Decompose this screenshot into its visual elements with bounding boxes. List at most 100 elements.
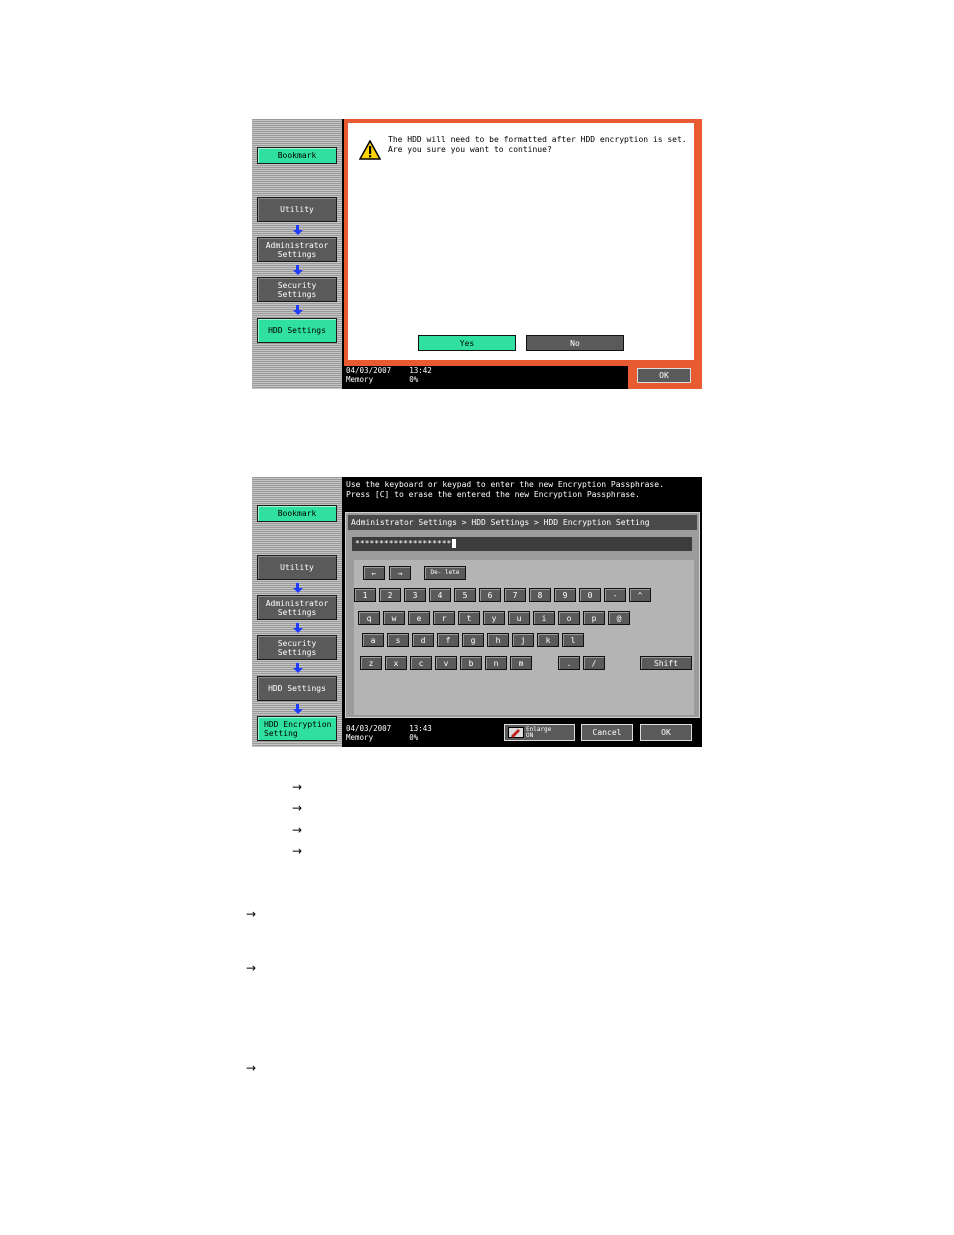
down-arrow-icon xyxy=(293,583,303,594)
no-button[interactable]: No xyxy=(526,335,624,351)
key-s[interactable]: s xyxy=(387,633,409,647)
enlarge-display-button[interactable]: Enlarge ON xyxy=(504,724,575,741)
key-caret[interactable]: ^ xyxy=(629,588,651,602)
key-l[interactable]: l xyxy=(562,633,584,647)
key-0[interactable]: 0 xyxy=(579,588,601,602)
passphrase-value: ******************** xyxy=(355,539,452,548)
key-1[interactable]: 1 xyxy=(354,588,376,602)
key-at[interactable]: @ xyxy=(608,611,630,625)
warning-icon xyxy=(359,140,381,160)
key-slash[interactable]: / xyxy=(583,656,605,670)
step-arrow-icon: → xyxy=(292,780,303,794)
down-arrow-icon xyxy=(293,663,303,674)
instruction-line-2: Press [C] to erase the entered the new E… xyxy=(346,489,640,499)
key-4[interactable]: 4 xyxy=(429,588,451,602)
down-arrow-icon xyxy=(293,265,303,276)
down-arrow-icon xyxy=(293,623,303,634)
text-cursor xyxy=(452,539,457,548)
key-n[interactable]: n xyxy=(485,656,507,670)
key-u[interactable]: u xyxy=(508,611,530,625)
sidebar: Bookmark Utility Administrator Settings … xyxy=(252,477,342,747)
key-2[interactable]: 2 xyxy=(379,588,401,602)
hdd-format-confirm-screen: Bookmark Utility Administrator Settings … xyxy=(252,119,702,389)
bookmark-button[interactable]: Bookmark xyxy=(257,505,337,522)
passphrase-input[interactable]: ******************** xyxy=(352,537,692,551)
status-memory-value: 0% xyxy=(409,375,419,384)
status-memory-label: Memory xyxy=(346,733,374,742)
hdd-settings-button[interactable]: HDD Settings xyxy=(257,318,337,343)
cursor-left-key[interactable]: ← xyxy=(363,566,385,580)
down-arrow-icon xyxy=(293,305,303,316)
key-3[interactable]: 3 xyxy=(404,588,426,602)
utility-button[interactable]: Utility xyxy=(257,197,337,222)
hdd-settings-button[interactable]: HDD Settings xyxy=(257,676,337,701)
ok-button[interactable]: OK xyxy=(640,724,692,741)
key-7[interactable]: 7 xyxy=(504,588,526,602)
key-b[interactable]: b xyxy=(460,656,482,670)
step-arrow-icon: → xyxy=(246,907,257,921)
bookmark-button[interactable]: Bookmark xyxy=(257,147,337,164)
instruction-line-1: Use the keyboard or keypad to enter the … xyxy=(346,480,664,489)
status-bar: 04/03/2007 13:43 Memory 0% xyxy=(346,724,432,742)
passphrase-panel: Administrator Settings > HDD Settings > … xyxy=(345,512,700,718)
key-p[interactable]: p xyxy=(583,611,605,625)
status-memory-value: 0% xyxy=(409,733,419,742)
utility-button[interactable]: Utility xyxy=(257,555,337,580)
step-arrow-icon: → xyxy=(292,844,303,858)
key-t[interactable]: t xyxy=(458,611,480,625)
enlarge-icon xyxy=(508,727,524,738)
on-screen-keyboard: ← → De- lete 1 2 3 4 5 6 7 8 9 0 - ^ q w… xyxy=(354,560,694,715)
key-5[interactable]: 5 xyxy=(454,588,476,602)
step-arrow-icon: → xyxy=(292,801,303,815)
key-m[interactable]: m xyxy=(510,656,532,670)
yes-button[interactable]: Yes xyxy=(418,335,516,351)
security-settings-button[interactable]: Security Settings xyxy=(257,277,337,302)
key-v[interactable]: v xyxy=(435,656,457,670)
key-z[interactable]: z xyxy=(360,656,382,670)
key-8[interactable]: 8 xyxy=(529,588,551,602)
administrator-settings-button[interactable]: Administrator Settings xyxy=(257,595,337,620)
key-y[interactable]: y xyxy=(483,611,505,625)
status-time: 13:42 xyxy=(409,366,432,375)
key-k[interactable]: k xyxy=(537,633,559,647)
step-arrow-icon: → xyxy=(292,823,303,837)
cursor-right-key[interactable]: → xyxy=(389,566,411,580)
key-c[interactable]: c xyxy=(410,656,432,670)
key-i[interactable]: i xyxy=(533,611,555,625)
delete-key[interactable]: De- lete xyxy=(424,566,466,580)
key-f[interactable]: f xyxy=(437,633,459,647)
breadcrumb: Administrator Settings > HDD Settings > … xyxy=(348,515,697,530)
key-period[interactable]: . xyxy=(558,656,580,670)
administrator-settings-button[interactable]: Administrator Settings xyxy=(257,237,337,262)
sidebar: Bookmark Utility Administrator Settings … xyxy=(252,119,342,389)
shift-key[interactable]: Shift xyxy=(640,656,692,670)
key-9[interactable]: 9 xyxy=(554,588,576,602)
ok-button[interactable]: OK xyxy=(637,368,691,383)
confirm-dialog-body: The HDD will need to be formatted after … xyxy=(348,123,694,360)
status-memory-label: Memory xyxy=(346,375,374,384)
key-6[interactable]: 6 xyxy=(479,588,501,602)
key-q[interactable]: q xyxy=(358,611,380,625)
key-h[interactable]: h xyxy=(487,633,509,647)
down-arrow-icon xyxy=(293,704,303,715)
key-o[interactable]: o xyxy=(558,611,580,625)
key-g[interactable]: g xyxy=(462,633,484,647)
key-j[interactable]: j xyxy=(512,633,534,647)
key-r[interactable]: r xyxy=(433,611,455,625)
status-date: 04/03/2007 xyxy=(346,724,392,733)
hdd-encryption-setting-button[interactable]: HDD Encryption Setting xyxy=(257,716,337,741)
status-bar: 04/03/2007 13:42 Memory 0% xyxy=(346,366,432,384)
message-line-2: Are you sure you want to continue? xyxy=(388,144,552,154)
key-w[interactable]: w xyxy=(383,611,405,625)
key-e[interactable]: e xyxy=(408,611,430,625)
status-time: 13:43 xyxy=(409,724,432,733)
passphrase-entry-screen: Bookmark Utility Administrator Settings … xyxy=(252,477,702,747)
instruction-text: Use the keyboard or keypad to enter the … xyxy=(346,480,664,499)
cancel-button[interactable]: Cancel xyxy=(581,724,633,741)
confirm-dialog: The HDD will need to be formatted after … xyxy=(344,119,702,366)
key-a[interactable]: a xyxy=(362,633,384,647)
key-minus[interactable]: - xyxy=(604,588,626,602)
security-settings-button[interactable]: Security Settings xyxy=(257,635,337,660)
key-x[interactable]: x xyxy=(385,656,407,670)
key-d[interactable]: d xyxy=(412,633,434,647)
